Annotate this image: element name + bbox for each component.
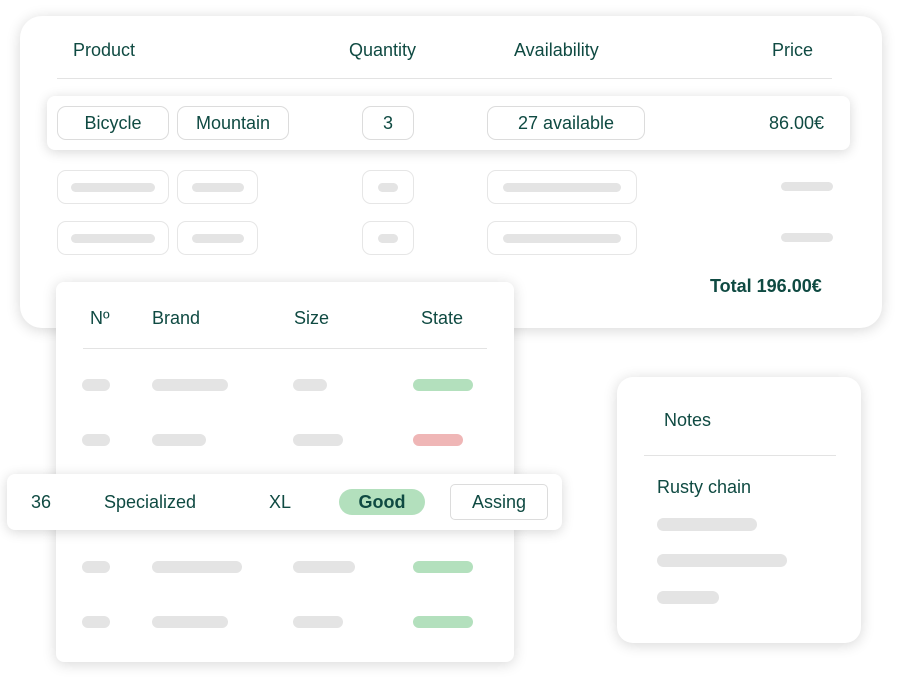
price-header: Price (772, 40, 814, 60)
placeholder-type-chip (177, 170, 258, 204)
placeholder-price (781, 182, 833, 191)
placeholder-number (82, 561, 110, 573)
row-price: 86.00€ (769, 113, 825, 133)
number-header: Nº (90, 308, 110, 328)
type-tag[interactable]: Mountain (177, 106, 289, 140)
placeholder-note (657, 518, 757, 531)
notes-title: Notes (664, 410, 712, 430)
inventory-header-divider (83, 348, 487, 349)
product-tag[interactable]: Bicycle (57, 106, 169, 140)
notes-card: Notes Rusty chain (617, 377, 861, 643)
placeholder-size (293, 561, 355, 573)
placeholder-number (82, 434, 110, 446)
quantity-field[interactable]: 3 (362, 106, 414, 140)
state-indicator-good (413, 561, 473, 573)
placeholder-note (657, 591, 719, 604)
placeholder-number (82, 616, 110, 628)
state-indicator-bad (413, 434, 463, 446)
availability-header: Availability (514, 40, 599, 60)
brand-header: Brand (152, 308, 201, 328)
placeholder-availability-chip (487, 170, 637, 204)
assign-button[interactable]: Assing (450, 484, 548, 520)
placeholder-size (293, 434, 343, 446)
quantity-header: Quantity (349, 40, 417, 60)
placeholder-product-chip (57, 170, 169, 204)
order-row-selected[interactable]: Bicycle Mountain 3 27 available 86.00€ (47, 96, 850, 150)
placeholder-quantity-chip (362, 221, 414, 255)
placeholder-product-chip (57, 221, 169, 255)
placeholder-note (657, 554, 787, 567)
item-number: 36 (31, 492, 52, 512)
availability-tag: 27 available (487, 106, 645, 140)
state-header: State (421, 308, 464, 328)
item-size: XL (269, 492, 292, 512)
placeholder-availability-chip (487, 221, 637, 255)
notes-divider (644, 455, 836, 456)
placeholder-brand (152, 616, 228, 628)
order-total: Total 196.00€ (710, 276, 822, 296)
state-indicator-good (413, 379, 473, 391)
placeholder-price (781, 233, 833, 242)
product-header: Product (73, 40, 136, 60)
placeholder-quantity-chip (362, 170, 414, 204)
inventory-row-selected[interactable]: 36 Specialized XL Good Assing (7, 474, 562, 530)
note-item: Rusty chain (657, 477, 752, 497)
item-brand: Specialized (104, 492, 197, 512)
placeholder-number (82, 379, 110, 391)
inventory-card: Nº Brand Size State (56, 282, 514, 662)
placeholder-size (293, 379, 327, 391)
header-divider (57, 78, 832, 79)
state-indicator-good (413, 616, 473, 628)
state-badge: Good (339, 489, 425, 515)
placeholder-type-chip (177, 221, 258, 255)
placeholder-size (293, 616, 343, 628)
placeholder-brand (152, 561, 242, 573)
placeholder-brand (152, 434, 206, 446)
size-header: Size (294, 308, 330, 328)
placeholder-brand (152, 379, 228, 391)
